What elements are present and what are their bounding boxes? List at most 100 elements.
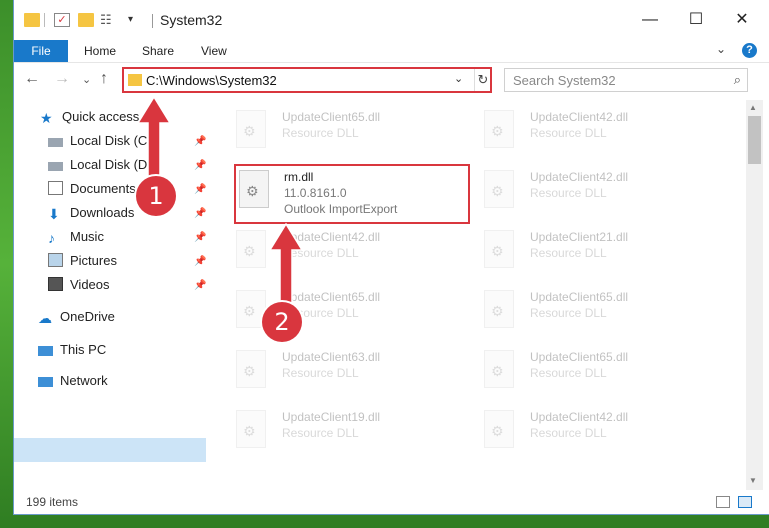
address-bar[interactable]: C:\Windows\System32 ⌄ ↻	[122, 67, 492, 93]
ribbon-tabs: File Home Share View ⌄ ?	[14, 40, 769, 63]
scroll-down-icon[interactable]: ▼	[749, 476, 757, 485]
dll-file-icon	[484, 410, 514, 448]
dll-file-icon	[484, 170, 514, 208]
folder-icon	[128, 74, 142, 86]
scrollbar-thumb[interactable]	[748, 116, 761, 164]
nav-label: Quick access	[62, 109, 140, 124]
tab-view[interactable]: View	[201, 40, 227, 62]
file-item[interactable]: UpdateClient42.dll Resource DLL	[214, 224, 454, 278]
file-explorer-window: ✓ ☷ ▾ System32 — ☐ ✕ File Home Share Vie…	[14, 0, 769, 514]
file-item[interactable]: UpdateClient63.dll Resource DLL	[214, 344, 454, 398]
pin-icon[interactable]: 📌	[194, 136, 206, 147]
file-item[interactable]: UpdateClient21.dll Resource DLL	[462, 224, 702, 278]
address-path[interactable]: C:\Windows\System32	[146, 73, 277, 88]
expand-ribbon-icon[interactable]: ⌄	[716, 42, 726, 56]
search-icon[interactable]: ⌕	[734, 72, 741, 88]
refresh-icon[interactable]: ↻	[474, 69, 491, 91]
nav-pictures[interactable]: Pictures	[48, 250, 117, 272]
drive-icon	[48, 138, 63, 147]
search-input[interactable]: Search System32	[513, 73, 616, 88]
annotation-arrow-1	[136, 95, 172, 184]
file-name: rm.dll	[284, 170, 314, 184]
nav-network[interactable]: Network	[38, 370, 108, 392]
new-folder-icon[interactable]	[78, 13, 94, 27]
properties-icon[interactable]: ✓	[54, 13, 70, 27]
maximize-button[interactable]: ☐	[682, 8, 710, 32]
tab-file[interactable]: File	[14, 40, 68, 62]
file-description: Resource DLL	[282, 426, 359, 440]
large-icons-view-icon[interactable]	[738, 496, 752, 508]
nav-label: Downloads	[70, 205, 135, 220]
file-item[interactable]: UpdateClient65.dll Resource DLL	[462, 284, 702, 338]
dll-file-icon	[236, 410, 266, 448]
file-description: Resource DLL	[530, 246, 607, 260]
file-description: Resource DLL	[530, 186, 607, 200]
nav-this-pc[interactable]: This PC	[38, 339, 106, 361]
file-description: Resource DLL	[282, 126, 359, 140]
scroll-up-icon[interactable]: ▲	[749, 103, 757, 112]
file-version: 11.0.8161.0	[284, 186, 347, 200]
dll-file-icon	[484, 230, 514, 268]
file-name: UpdateClient21.dll	[530, 230, 629, 244]
status-bar: 199 items	[14, 490, 769, 514]
divider	[44, 13, 45, 27]
nav-downloads[interactable]: ⬇ Downloads	[48, 202, 134, 224]
file-item[interactable]: UpdateClient42.dll Resource DLL	[462, 164, 702, 218]
nav-documents[interactable]: Documents	[48, 178, 136, 200]
nav-onedrive[interactable]: ☁ OneDrive	[38, 306, 115, 328]
file-name: UpdateClient65.dll	[530, 350, 629, 364]
file-description: Resource DLL	[530, 366, 607, 380]
close-button[interactable]: ✕	[728, 8, 756, 32]
forward-button[interactable]: →	[54, 70, 70, 88]
vertical-scrollbar[interactable]: ▲ ▼	[746, 100, 763, 490]
pin-icon[interactable]: 📌	[194, 256, 206, 267]
folder-icon	[24, 13, 40, 27]
divider	[152, 14, 153, 28]
annotation-arrow-2	[268, 222, 304, 307]
file-item[interactable]: UpdateClient19.dll Resource DLL	[214, 404, 454, 458]
details-view-icon[interactable]	[716, 496, 730, 508]
videos-icon	[48, 277, 63, 291]
nav-music[interactable]: ♪ Music	[48, 226, 104, 248]
dll-file-icon	[484, 110, 514, 148]
tab-home[interactable]: Home	[84, 40, 116, 62]
nav-quick-access[interactable]: ★ Quick access	[40, 106, 139, 128]
file-name: UpdateClient63.dll	[282, 350, 381, 364]
dll-file-icon	[236, 110, 266, 148]
pin-icon[interactable]: 📌	[194, 280, 206, 291]
dll-file-icon	[236, 350, 266, 388]
file-item[interactable]: UpdateClient65.dll Resource DLL	[214, 284, 454, 338]
file-item[interactable]: UpdateClient42.dll Resource DLL	[462, 404, 702, 458]
pin-icon[interactable]: 📌	[194, 208, 206, 219]
item-count: 199 items	[26, 495, 79, 509]
pin-icon[interactable]: 📌	[194, 184, 206, 195]
downloads-icon: ⬇	[48, 206, 60, 222]
pin-icon[interactable]: 📌	[194, 160, 206, 171]
toolbar-dropdown-icon[interactable]: ▾	[128, 13, 144, 27]
search-box[interactable]: Search System32 ⌕	[504, 68, 748, 92]
file-name: UpdateClient42.dll	[530, 170, 629, 184]
file-item-rm-dll[interactable]: rm.dll 11.0.8161.0 Outlook ImportExport	[234, 164, 470, 224]
address-dropdown-icon[interactable]: ⌄	[454, 72, 463, 85]
nav-label: Videos	[70, 277, 110, 292]
dll-file-icon	[236, 230, 266, 268]
minimize-button[interactable]: —	[636, 8, 664, 32]
computer-icon	[38, 346, 53, 356]
tab-share[interactable]: Share	[142, 40, 174, 62]
up-button[interactable]: ↑	[100, 70, 108, 88]
file-description: Resource DLL	[530, 126, 607, 140]
recent-locations-button[interactable]: ⌄	[82, 73, 91, 86]
file-item[interactable]: UpdateClient65.dll Resource DLL	[214, 104, 454, 158]
help-icon[interactable]: ?	[742, 43, 757, 58]
nav-label: Network	[60, 373, 108, 388]
file-item[interactable]: UpdateClient65.dll Resource DLL	[462, 344, 702, 398]
dll-file-icon	[484, 290, 514, 328]
back-button[interactable]: ←	[24, 70, 40, 88]
customize-toolbar-icon[interactable]: ☷	[100, 13, 116, 27]
nav-label: Pictures	[70, 253, 117, 268]
nav-videos[interactable]: Videos	[48, 274, 110, 296]
file-item[interactable]: UpdateClient42.dll Resource DLL	[462, 104, 702, 158]
pin-icon[interactable]: 📌	[194, 232, 206, 243]
drive-icon	[48, 162, 63, 171]
title-bar: ✓ ☷ ▾ System32 — ☐ ✕	[14, 0, 769, 40]
